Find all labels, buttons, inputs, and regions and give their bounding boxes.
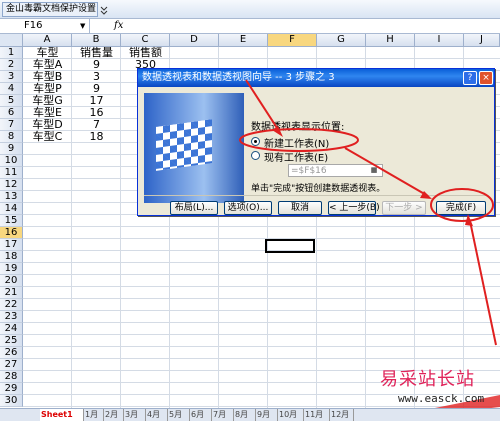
finish-button[interactable]: 完成(F) bbox=[436, 201, 486, 215]
layout-button[interactable]: 布局(L)... bbox=[170, 201, 218, 215]
sheet-tab[interactable]: Sheet1 bbox=[40, 409, 84, 421]
sheet-tab[interactable]: 1月 bbox=[84, 409, 104, 421]
column-header[interactable]: G bbox=[317, 34, 366, 47]
row-header[interactable]: 20 bbox=[0, 275, 23, 287]
sheet-tab[interactable]: 9月 bbox=[256, 409, 278, 421]
row-header[interactable]: 27 bbox=[0, 359, 23, 371]
new-sheet-label: 新建工作表(N) bbox=[264, 139, 330, 150]
help-button[interactable]: ? bbox=[463, 71, 477, 85]
row-header[interactable]: 18 bbox=[0, 251, 23, 263]
row-header[interactable]: 6 bbox=[0, 107, 23, 119]
new-sheet-radio[interactable] bbox=[251, 137, 260, 146]
sheet-tab[interactable]: 6月 bbox=[190, 409, 212, 421]
pivot-wizard-dialog: 数据透视表和数据透视图向导 -- 3 步骤之 3 ? × 数据透视表显示位置: … bbox=[137, 68, 495, 216]
collapse-range-icon[interactable]: ▦ bbox=[368, 165, 380, 176]
chevron-down-icon[interactable]: ▼ bbox=[80, 22, 85, 30]
dialog-title: 数据透视表和数据透视图向导 -- 3 步骤之 3 bbox=[138, 69, 494, 87]
options-button[interactable]: 选项(O)... bbox=[224, 201, 272, 215]
row-header[interactable]: 2 bbox=[0, 59, 23, 71]
row-header[interactable]: 29 bbox=[0, 383, 23, 395]
row-header[interactable]: 10 bbox=[0, 155, 23, 167]
sheet-tab[interactable]: 10月 bbox=[278, 409, 304, 421]
sheet-tab[interactable]: 8月 bbox=[234, 409, 256, 421]
fx-icon[interactable]: fx bbox=[114, 20, 123, 31]
row-header[interactable]: 23 bbox=[0, 311, 23, 323]
watermark-title: 易采站长站 bbox=[380, 369, 475, 390]
column-header[interactable]: E bbox=[219, 34, 268, 47]
watermark: 易采站长站 www.easck.com bbox=[380, 365, 500, 408]
finish-hint: 单击"完成"按钮创建数据透视表。 bbox=[251, 184, 386, 194]
cancel-button[interactable]: 取消 bbox=[278, 201, 322, 215]
row-header[interactable]: 16 bbox=[0, 227, 23, 239]
sheet-tab[interactable]: 12月 bbox=[330, 409, 354, 421]
watermark-url: www.easck.com bbox=[398, 392, 485, 405]
column-header[interactable]: D bbox=[170, 34, 219, 47]
row-header[interactable]: 22 bbox=[0, 299, 23, 311]
row-header[interactable]: 28 bbox=[0, 371, 23, 383]
column-header[interactable]: H bbox=[366, 34, 415, 47]
row-header[interactable]: 12 bbox=[0, 179, 23, 191]
row-header[interactable]: 24 bbox=[0, 323, 23, 335]
toolbar: 金山毒霸文档保护设置 bbox=[0, 0, 500, 19]
sheet-tab[interactable]: 7月 bbox=[212, 409, 234, 421]
active-cell[interactable] bbox=[265, 239, 315, 253]
existing-sheet-label: 现有工作表(E) bbox=[264, 153, 329, 164]
column-header[interactable]: I bbox=[415, 34, 464, 47]
next-button: 下一步 > bbox=[382, 201, 426, 215]
dialog-divider bbox=[144, 195, 488, 196]
row-header[interactable]: 17 bbox=[0, 239, 23, 251]
row-header[interactable]: 7 bbox=[0, 119, 23, 131]
row-header[interactable]: 19 bbox=[0, 263, 23, 275]
row-header[interactable]: 3 bbox=[0, 71, 23, 83]
back-button[interactable]: < 上一步(B) bbox=[328, 201, 380, 215]
close-button[interactable]: × bbox=[479, 71, 493, 85]
select-all-corner[interactable] bbox=[0, 34, 23, 47]
column-header[interactable]: F bbox=[268, 34, 317, 47]
row-header[interactable]: 14 bbox=[0, 203, 23, 215]
sheet-tab-bar: Sheet1 1月 2月 3月 4月 5月 6月 7月 8月 9月 10月 11月 12月 bbox=[0, 408, 500, 421]
row-header[interactable]: 1 bbox=[0, 47, 23, 59]
location-label: 数据透视表显示位置: bbox=[251, 122, 345, 133]
row-header[interactable]: 11 bbox=[0, 167, 23, 179]
name-box[interactable]: F16 bbox=[0, 19, 90, 34]
wizard-illustration bbox=[144, 93, 244, 203]
existing-sheet-radio[interactable] bbox=[251, 151, 260, 160]
row-header[interactable]: 8 bbox=[0, 131, 23, 143]
row-header[interactable]: 4 bbox=[0, 83, 23, 95]
sheet-tab[interactable]: 5月 bbox=[168, 409, 190, 421]
row-header[interactable]: 26 bbox=[0, 347, 23, 359]
row-header[interactable]: 25 bbox=[0, 335, 23, 347]
sheet-tab[interactable]: 2月 bbox=[104, 409, 124, 421]
row-header[interactable]: 5 bbox=[0, 95, 23, 107]
row-header[interactable]: 9 bbox=[0, 143, 23, 155]
cell[interactable]: 18 bbox=[72, 131, 121, 143]
kingsoft-protect-button[interactable]: 金山毒霸文档保护设置 bbox=[2, 2, 98, 17]
sheet-tab[interactable]: 11月 bbox=[304, 409, 330, 421]
sheet-tab[interactable]: 4月 bbox=[146, 409, 168, 421]
row-header[interactable]: 30 bbox=[0, 395, 23, 407]
column-header[interactable]: J bbox=[464, 34, 500, 47]
row-header[interactable]: 15 bbox=[0, 215, 23, 227]
row-header[interactable]: 13 bbox=[0, 191, 23, 203]
formula-bar: F16 ▼ fx bbox=[0, 19, 500, 34]
sheet-tab[interactable]: 3月 bbox=[124, 409, 146, 421]
cell[interactable]: 车型C bbox=[23, 131, 72, 143]
row-header[interactable]: 21 bbox=[0, 287, 23, 299]
toolbar-options-icon[interactable] bbox=[100, 4, 108, 15]
